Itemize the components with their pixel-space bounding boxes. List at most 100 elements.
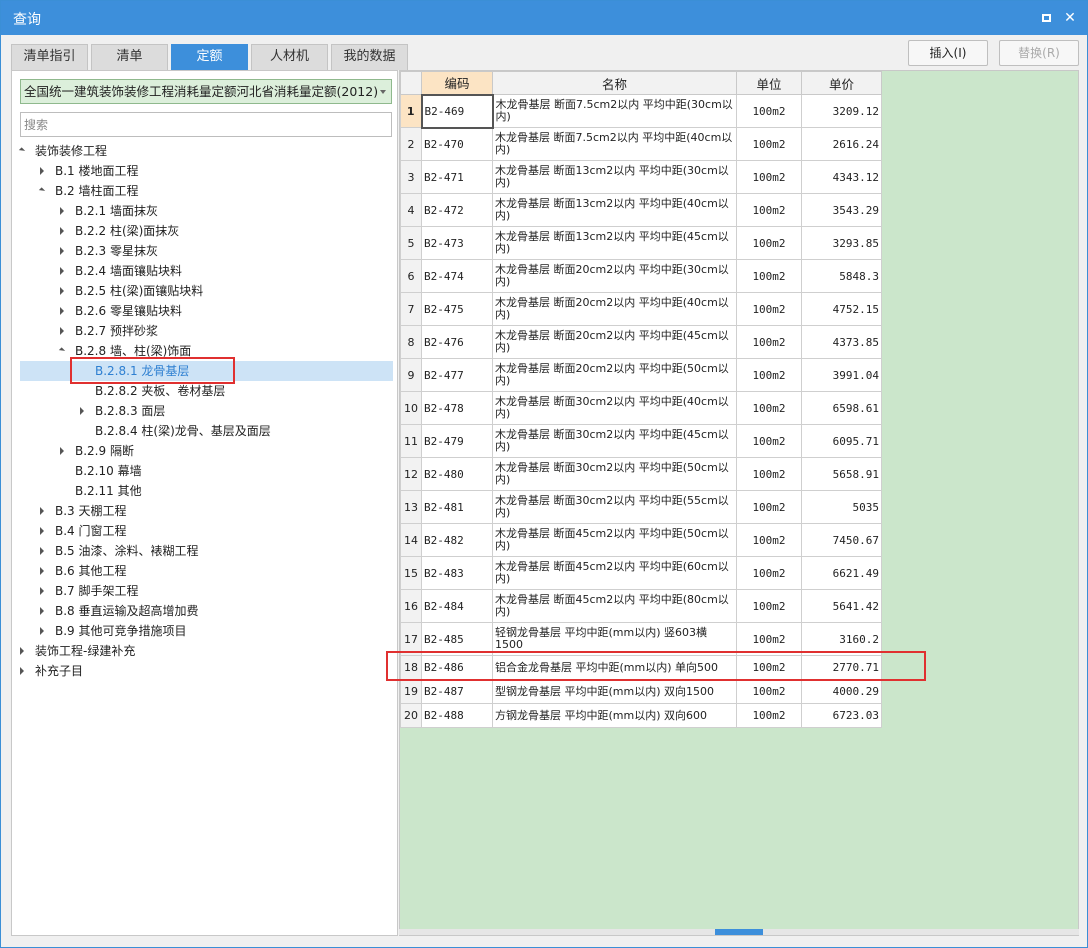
tab-my-data[interactable]: 我的数据 <box>331 44 408 70</box>
row-number[interactable]: 11 <box>400 424 422 458</box>
cell-price[interactable]: 5658.91 <box>801 457 882 491</box>
cell-code[interactable]: B2-471 <box>421 160 493 194</box>
tree-node[interactable]: B.2.5 柱(梁)面镶贴块料 <box>20 281 393 301</box>
cell-price[interactable]: 3293.85 <box>801 226 882 260</box>
cell-price[interactable]: 3209.12 <box>801 94 882 128</box>
row-number[interactable]: 9 <box>400 358 422 392</box>
header-name[interactable]: 名称 <box>492 71 737 95</box>
maximize-icon[interactable] <box>1038 9 1056 27</box>
row-number[interactable]: 20 <box>400 703 422 728</box>
tab-bill-guide[interactable]: 清单指引 <box>11 44 88 70</box>
row-number[interactable]: 2 <box>400 127 422 161</box>
cell-code[interactable]: B2-488 <box>421 703 493 728</box>
chevron-down-icon[interactable] <box>38 187 46 194</box>
cell-unit[interactable]: 100m2 <box>736 160 802 194</box>
tab-quota[interactable]: 定额 <box>171 44 248 70</box>
cell-name[interactable]: 木龙骨基层 断面20cm2以内 平均中距(40cm以内) <box>492 292 737 326</box>
tree-node[interactable]: B.3 天棚工程 <box>20 501 393 521</box>
tree-node[interactable]: B.9 其他可竞争措施项目 <box>20 621 393 641</box>
cell-name[interactable]: 木龙骨基层 断面45cm2以内 平均中距(80cm以内) <box>492 589 737 623</box>
header-price[interactable]: 单价 <box>801 71 882 95</box>
tree-node[interactable]: B.4 门窗工程 <box>20 521 393 541</box>
tree-node[interactable]: B.1 楼地面工程 <box>20 161 393 181</box>
table-row[interactable]: 1 B2-469 木龙骨基层 断面7.5cm2以内 平均中距(30cm以内) 100m… <box>400 93 882 129</box>
cell-name[interactable]: 木龙骨基层 断面20cm2以内 平均中距(45cm以内) <box>492 325 737 359</box>
row-number[interactable]: 16 <box>400 589 422 623</box>
cell-code[interactable]: B2-473 <box>421 226 493 260</box>
cell-name[interactable]: 木龙骨基层 断面13cm2以内 平均中距(45cm以内) <box>492 226 737 260</box>
cell-price[interactable]: 3543.29 <box>801 193 882 227</box>
header-unit[interactable]: 单位 <box>736 71 802 95</box>
tree-node[interactable]: B.2.3 零星抹灰 <box>20 241 393 261</box>
cell-name[interactable]: 木龙骨基层 断面30cm2以内 平均中距(50cm以内) <box>492 457 737 491</box>
cell-code[interactable]: B2-482 <box>421 523 493 557</box>
tab-labor-material[interactable]: 人材机 <box>251 44 328 70</box>
tree-node[interactable]: B.2.4 墙面镶贴块料 <box>20 261 393 281</box>
cell-name[interactable]: 木龙骨基层 断面20cm2以内 平均中距(50cm以内) <box>492 358 737 392</box>
tree-node[interactable]: B.6 其他工程 <box>20 561 393 581</box>
row-number[interactable]: 6 <box>400 259 422 293</box>
cell-code[interactable]: B2-477 <box>421 358 493 392</box>
cell-price[interactable]: 6723.03 <box>801 703 882 728</box>
tree-node[interactable]: B.2.7 预拌砂浆 <box>20 321 393 341</box>
row-number[interactable]: 12 <box>400 457 422 491</box>
cell-price[interactable]: 2770.71 <box>801 655 882 680</box>
cell-price[interactable]: 6095.71 <box>801 424 882 458</box>
row-number[interactable]: 8 <box>400 325 422 359</box>
cell-name[interactable]: 方钢龙骨基层 平均中距(mm以内) 双向600 <box>492 703 737 728</box>
library-select[interactable]: 全国统一建筑装饰装修工程消耗量定额河北省消耗量定额(2012) <box>20 79 392 104</box>
table-row[interactable]: 5 B2-473 木龙骨基层 断面13cm2以内 平均中距(45cm以内) 100m2… <box>400 226 882 260</box>
chevron-right-icon[interactable] <box>40 627 44 635</box>
chevron-right-icon[interactable] <box>20 647 24 655</box>
cell-unit[interactable]: 100m2 <box>736 490 802 524</box>
tree-node[interactable]: B.2.8.4 柱(梁)龙骨、基层及面层 <box>20 421 393 441</box>
horizontal-scrollbar[interactable] <box>399 929 1079 935</box>
cell-name[interactable]: 木龙骨基层 断面13cm2以内 平均中距(30cm以内) <box>492 160 737 194</box>
tree-node[interactable]: 装饰装修工程 <box>18 141 393 161</box>
table-row[interactable]: 19 B2-487 型钢龙骨基层 平均中距(mm以内) 双向1500 100m2 400… <box>400 679 882 704</box>
cell-code[interactable]: B2-484 <box>421 589 493 623</box>
tree-node[interactable]: B.2.1 墙面抹灰 <box>20 201 393 221</box>
table-row[interactable]: 4 B2-472 木龙骨基层 断面13cm2以内 平均中距(40cm以内) 100m2… <box>400 193 882 227</box>
cell-name[interactable]: 木龙骨基层 断面45cm2以内 平均中距(50cm以内) <box>492 523 737 557</box>
chevron-down-icon[interactable] <box>18 147 26 154</box>
table-row[interactable]: 3 B2-471 木龙骨基层 断面13cm2以内 平均中距(30cm以内) 100m2… <box>400 160 882 194</box>
table-row[interactable]: 14 B2-482 木龙骨基层 断面45cm2以内 平均中距(50cm以内) 100m… <box>400 523 882 557</box>
search-input[interactable] <box>20 112 392 137</box>
chevron-right-icon[interactable] <box>60 267 64 275</box>
cell-code[interactable]: B2-487 <box>421 679 493 704</box>
cell-unit[interactable]: 100m2 <box>736 622 802 656</box>
table-row[interactable]: 9 B2-477 木龙骨基层 断面20cm2以内 平均中距(50cm以内) 100m2… <box>400 358 882 392</box>
cell-code[interactable]: B2-475 <box>421 292 493 326</box>
cell-name[interactable]: 木龙骨基层 断面30cm2以内 平均中距(45cm以内) <box>492 424 737 458</box>
cell-unit[interactable]: 100m2 <box>736 226 802 260</box>
chevron-right-icon[interactable] <box>60 227 64 235</box>
cell-price[interactable]: 5641.42 <box>801 589 882 623</box>
cell-unit[interactable]: 100m2 <box>736 457 802 491</box>
cell-unit[interactable]: 100m2 <box>736 655 802 680</box>
tree-node[interactable]: B.2.8.2 夹板、卷材基层 <box>20 381 393 401</box>
cell-code[interactable]: B2-472 <box>421 193 493 227</box>
cell-unit[interactable]: 100m2 <box>736 358 802 392</box>
cell-unit[interactable]: 100m2 <box>736 259 802 293</box>
cell-price[interactable]: 5035 <box>801 490 882 524</box>
chevron-right-icon[interactable] <box>60 307 64 315</box>
chevron-down-icon[interactable] <box>380 90 386 94</box>
table-row[interactable]: 10 B2-478 木龙骨基层 断面30cm2以内 平均中距(40cm以内) 100m… <box>400 391 882 425</box>
cell-price[interactable]: 7450.67 <box>801 523 882 557</box>
chevron-right-icon[interactable] <box>40 167 44 175</box>
cell-unit[interactable]: 100m2 <box>736 589 802 623</box>
header-code[interactable]: 编码 <box>421 71 493 95</box>
tree-node[interactable]: B.7 脚手架工程 <box>20 581 393 601</box>
cell-price[interactable]: 4373.85 <box>801 325 882 359</box>
chevron-right-icon[interactable] <box>40 567 44 575</box>
table-row[interactable]: 7 B2-475 木龙骨基层 断面20cm2以内 平均中距(40cm以内) 100m2… <box>400 292 882 326</box>
row-number[interactable]: 7 <box>400 292 422 326</box>
chevron-right-icon[interactable] <box>40 547 44 555</box>
chevron-right-icon[interactable] <box>60 327 64 335</box>
cell-name[interactable]: 木龙骨基层 断面45cm2以内 平均中距(60cm以内) <box>492 556 737 590</box>
table-row[interactable]: 2 B2-470 木龙骨基层 断面7.5cm2以内 平均中距(40cm以内) 100m… <box>400 127 882 161</box>
chevron-down-icon[interactable] <box>58 347 66 354</box>
cell-unit[interactable]: 100m2 <box>736 556 802 590</box>
cell-name[interactable]: 木龙骨基层 断面30cm2以内 平均中距(55cm以内) <box>492 490 737 524</box>
